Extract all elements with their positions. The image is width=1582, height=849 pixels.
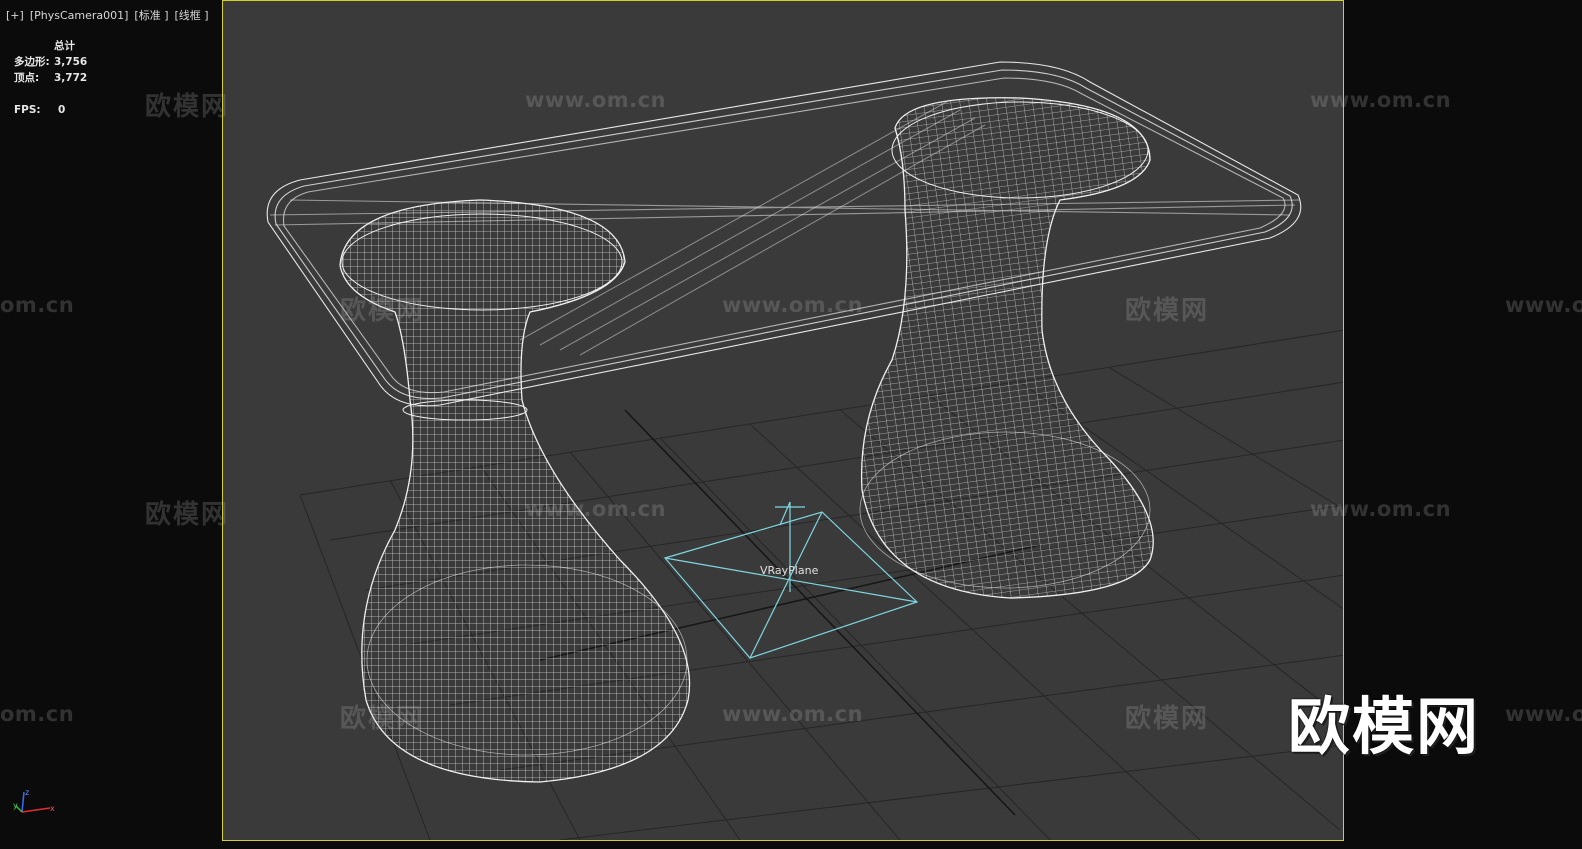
verts-value: 3,772 [54,72,88,84]
axis-z-label: z [25,788,29,797]
polys-value: 3,756 [54,56,88,68]
watermark-url: www.om.cn [1505,702,1582,726]
viewport-display-mode-menu[interactable]: [线框 ] [175,9,209,22]
watermark-url: www.om.cn [525,88,667,112]
watermark-brand: 欧模网 [1125,704,1210,734]
watermark-brand: 欧模网 [340,704,425,734]
axis-tripod-icon: z x y [13,788,55,813]
fps-value: 0 [58,104,66,116]
watermark-url: www.om.cn [1310,88,1452,112]
watermark-url: www.om.cn [1310,497,1452,521]
watermark-brand: 欧模网 [1125,296,1210,326]
axis-x-label: x [50,804,55,813]
watermark-url: www.om.cn [525,497,667,521]
fps-label: FPS: [14,104,41,116]
watermark-url: www.om.cn [1505,293,1582,317]
polys-label: 多边形: [14,56,50,68]
watermark-url-partial: om.cn [0,702,75,726]
watermark-brand: 欧模网 [145,500,230,530]
watermark-brand: 欧模网 [340,296,425,326]
viewport-camera-menu[interactable]: [PhysCamera001] [30,9,129,22]
watermark-url: www.om.cn [722,293,864,317]
watermark-brand: 欧模网 [145,92,230,122]
watermark-url-partial: om.cn [0,293,75,317]
viewport-shading-menu[interactable]: [标准 ] [134,9,168,22]
axis-y-label: y [13,801,18,810]
viewport-menu-plus[interactable]: [+] [6,9,24,22]
stats-header: 总计 [54,40,75,52]
stats-overlay: 总计 多边形: 3,756 顶点: 3,772 FPS: 0 [14,38,87,118]
viewport-label: [+] [PhysCamera001] [标准 ] [线框 ] [6,7,215,23]
watermark-url: www.om.cn [722,702,864,726]
verts-label: 顶点: [14,72,40,84]
brand-logo: 欧模网 [1288,690,1481,763]
